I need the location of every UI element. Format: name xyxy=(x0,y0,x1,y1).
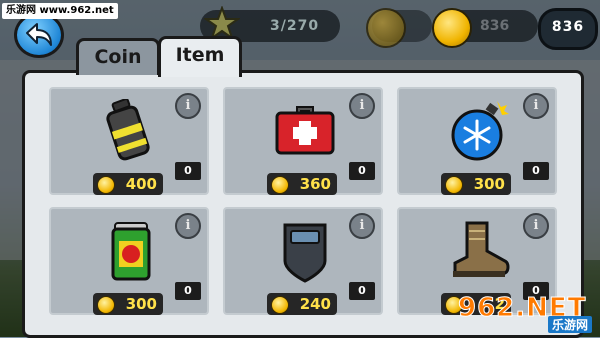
info-button[interactable]: i xyxy=(349,213,375,239)
buy-price-button[interactable]: 300 xyxy=(441,173,511,195)
item-quantity: 0 xyxy=(349,162,375,180)
grenade-icon xyxy=(106,99,150,161)
item-card-first-aid[interactable]: i 0 360 xyxy=(223,87,383,195)
first-aid-kit-icon xyxy=(275,106,335,155)
info-button[interactable]: i xyxy=(349,93,375,119)
watermark-sub: 乐游网 xyxy=(547,316,592,333)
item-quantity: 0 xyxy=(349,282,375,300)
back-arrow-icon xyxy=(26,23,52,46)
coin-icon-faded xyxy=(366,8,406,48)
energy-drink-icon xyxy=(111,222,151,281)
item-card-armor[interactable]: i 0 240 xyxy=(223,207,383,315)
coin-total-text: 836 xyxy=(551,19,585,35)
coin-total-badge: 836 xyxy=(538,8,598,50)
freeze-bomb-icon xyxy=(451,101,509,161)
item-card-freeze-bomb[interactable]: i 0 300 xyxy=(397,87,557,195)
armor-shield-icon xyxy=(283,223,327,283)
coin-icon xyxy=(432,8,472,48)
watermark-top: 乐游网 www.962.net xyxy=(2,3,118,19)
item-quantity: 0 xyxy=(175,282,201,300)
coin-small-icon xyxy=(271,296,289,314)
info-button[interactable]: i xyxy=(523,93,549,119)
info-button[interactable]: i xyxy=(175,93,201,119)
boot-icon xyxy=(453,221,510,277)
price-value: 360 xyxy=(299,175,331,193)
price-value: 400 xyxy=(125,175,157,193)
watermark-logo: 962.NET 乐游网 xyxy=(457,293,596,333)
item-quantity: 0 xyxy=(523,162,549,180)
star-icon xyxy=(204,6,240,40)
price-value: 300 xyxy=(125,295,157,313)
coin-small-icon xyxy=(97,176,115,194)
item-card-grenade[interactable]: i 0 400 xyxy=(49,87,209,195)
coin-small-icon xyxy=(97,296,115,314)
tab-item[interactable]: Item xyxy=(158,36,242,77)
buy-price-button[interactable]: 300 xyxy=(93,293,163,315)
buy-price-button[interactable]: 240 xyxy=(267,293,337,315)
coin-small-icon xyxy=(271,176,289,194)
buy-price-button[interactable]: 360 xyxy=(267,173,337,195)
buy-price-button[interactable]: 400 xyxy=(93,173,163,195)
price-value: 240 xyxy=(299,295,331,313)
tab-coin[interactable]: Coin xyxy=(76,38,160,75)
stars-count: 3/270 xyxy=(270,18,320,34)
item-quantity: 0 xyxy=(175,162,201,180)
price-value: 300 xyxy=(473,175,505,193)
coin-count-faded: 836 xyxy=(480,18,510,34)
coin-small-icon xyxy=(445,176,463,194)
info-button[interactable]: i xyxy=(175,213,201,239)
item-card-energy-drink[interactable]: i 0 300 xyxy=(49,207,209,315)
info-button[interactable]: i xyxy=(523,213,549,239)
